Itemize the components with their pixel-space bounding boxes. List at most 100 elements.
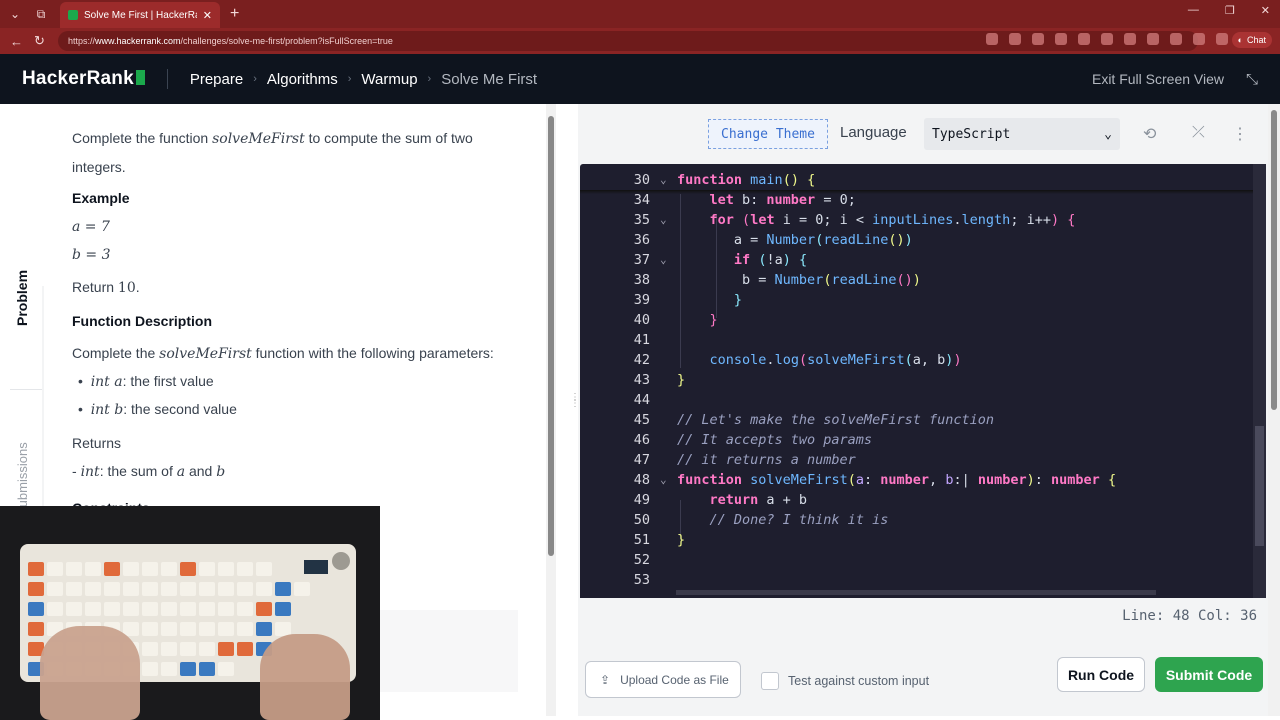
breadcrumb-current: Solve Me First	[441, 70, 538, 88]
code-line: 44	[633, 392, 650, 408]
code-line: 36 a = Number(readLine())	[633, 232, 913, 248]
url-path: /challenges/solve-me-first/problem?isFul…	[180, 36, 393, 46]
zoom-icon[interactable]	[986, 33, 998, 45]
chevron-right-icon: ›	[253, 73, 257, 85]
extension-icon[interactable]	[1101, 33, 1113, 45]
fold-icon: ⌄	[660, 253, 667, 266]
example-return: Return 10.	[72, 279, 140, 296]
code-line: 47// it returns a number	[633, 452, 856, 468]
custom-input-checkbox[interactable]	[761, 672, 779, 690]
reader-icon[interactable]	[1009, 33, 1021, 45]
code-line: 45// Let's make the solveMeFirst functio…	[633, 412, 994, 428]
exit-full-screen-link[interactable]: Exit Full Screen View	[1092, 71, 1224, 87]
example-b: b = 3	[72, 247, 111, 263]
divider	[10, 389, 44, 390]
chevron-right-icon: ›	[347, 73, 352, 85]
example-heading: Example	[72, 190, 130, 206]
history-icon[interactable]	[1170, 33, 1182, 45]
code-line: 53	[633, 572, 650, 588]
url-domain: www.hackerrank.com	[95, 36, 181, 46]
close-window-icon[interactable]: ✕	[1261, 4, 1270, 17]
page-scrollbar[interactable]	[1268, 104, 1280, 716]
tab-problem[interactable]: Problem	[14, 270, 30, 326]
fold-icon: ⌄	[660, 213, 667, 226]
language-value: TypeScript	[932, 126, 1011, 142]
run-code-button[interactable]: Run Code	[1057, 657, 1145, 692]
maximize-icon[interactable]: ❐	[1225, 4, 1235, 17]
upload-code-button[interactable]: ⇪ Upload Code as File	[585, 661, 741, 698]
code-line: 42 console.log(solveMeFirst(a, b))	[633, 352, 962, 368]
close-tab-icon[interactable]: ✕	[203, 9, 212, 22]
language-select[interactable]: TypeScript ⌄	[924, 118, 1120, 150]
code-line: 30 ⌄ function main() {	[633, 172, 816, 188]
favorite-icon[interactable]	[1032, 33, 1044, 45]
extension-icon[interactable]	[1078, 33, 1090, 45]
fullscreen-exit-icon[interactable]: ⤫	[1192, 124, 1205, 142]
fold-icon: ⌄	[660, 173, 667, 186]
browser-tab-bar: ⌄ ⧉ Solve Me First | HackerRank ✕ + — ❐ …	[0, 0, 1280, 28]
more-options-icon[interactable]: ⋮	[1232, 124, 1248, 144]
code-line: 50 // Done? I think it is	[633, 512, 889, 528]
chevron-right-icon: ›	[427, 73, 432, 85]
code-line: 38 b = Number(readLine())	[633, 272, 921, 288]
new-tab-icon[interactable]: +	[230, 5, 239, 23]
site-header: HackerRank Prepare › Algorithms › Warmup…	[0, 54, 1280, 104]
collapse-icon[interactable]: ⤡	[1246, 71, 1258, 88]
code-line: 37 ⌄ if (!a) {	[633, 252, 808, 268]
change-theme-button[interactable]: Change Theme	[708, 119, 828, 149]
hackerrank-logo[interactable]: HackerRank	[22, 68, 145, 90]
cursor-position-status: Line: 48 Col: 36	[1122, 608, 1257, 624]
sidebar-edge	[42, 286, 44, 506]
tab-list-icon[interactable]: ⌄	[4, 3, 26, 25]
breadcrumb-warmup[interactable]: Warmup	[361, 71, 417, 88]
profile-icon[interactable]	[1193, 33, 1205, 45]
tab-title: Solve Me First | HackerRank	[84, 9, 197, 21]
favorites-bar-icon[interactable]	[1147, 33, 1159, 45]
problem-scrollbar-thumb[interactable]	[548, 116, 554, 556]
param-b: • int b: the second value	[78, 401, 237, 418]
problem-sidebar: Problem Submissions	[0, 104, 44, 516]
code-line: 51}	[633, 532, 686, 548]
reload-icon[interactable]: ↻	[34, 33, 48, 49]
window-controls: — ❐ ✕	[1188, 4, 1270, 17]
example-a: a = 7	[72, 219, 110, 235]
code-line: 49 return a + b	[633, 492, 808, 508]
tab-submissions[interactable]: Submissions	[15, 442, 30, 516]
fold-icon: ⌄	[660, 473, 667, 486]
divider	[166, 69, 168, 89]
browser-tab[interactable]: Solve Me First | HackerRank ✕	[60, 2, 220, 28]
editor-horizontal-scrollbar[interactable]	[676, 590, 1156, 595]
hand-image	[260, 634, 350, 720]
pane-splitter[interactable]	[566, 104, 578, 716]
chevron-down-icon: ⌄	[1104, 126, 1112, 142]
code-line: 43}	[633, 372, 686, 388]
code-editor[interactable]: 30 ⌄ function main() { 34 let b: number = …	[580, 164, 1266, 598]
workspaces-icon[interactable]: ⧉	[30, 3, 52, 25]
breadcrumb-algorithms[interactable]: Algorithms	[267, 71, 338, 88]
code-line: 35 ⌄ for (let i = 0; i < inputLines.lengt…	[633, 212, 1076, 228]
more-icon[interactable]	[1216, 33, 1228, 45]
webcam-overlay	[0, 506, 380, 720]
minimize-icon[interactable]: —	[1188, 4, 1199, 17]
extension-icons	[986, 33, 1228, 45]
extension-icon[interactable]	[1055, 33, 1067, 45]
returns-heading: Returns	[72, 435, 122, 451]
custom-input-label[interactable]: Test against custom input	[788, 674, 929, 688]
back-icon[interactable]: ←	[10, 34, 24, 49]
upload-label: Upload Code as File	[620, 672, 729, 687]
editor-scrollbar[interactable]	[1253, 164, 1266, 598]
code-line: 41	[633, 332, 650, 348]
code-line: 46// It accepts two params	[633, 432, 873, 448]
chat-button[interactable]: ◐ Chat	[1231, 32, 1272, 48]
code-line: 39 }	[633, 292, 743, 308]
code-line: 34 let b: number = 0;	[633, 192, 856, 208]
upload-icon: ⇪	[600, 672, 611, 687]
extension-icon[interactable]	[1124, 33, 1136, 45]
submit-code-button[interactable]: Submit Code	[1155, 657, 1263, 692]
problem-intro: Complete the function solveMeFirst to co…	[72, 130, 473, 175]
breadcrumb-prepare[interactable]: Prepare	[190, 71, 243, 88]
problem-statement: Complete the function solveMeFirst to co…	[72, 104, 542, 510]
restore-icon[interactable]: ⟲	[1143, 124, 1156, 144]
code-line: 40 }	[633, 312, 718, 328]
code-line: 48 ⌄ function solveMeFirst(a: number, b:| …	[633, 472, 1117, 488]
